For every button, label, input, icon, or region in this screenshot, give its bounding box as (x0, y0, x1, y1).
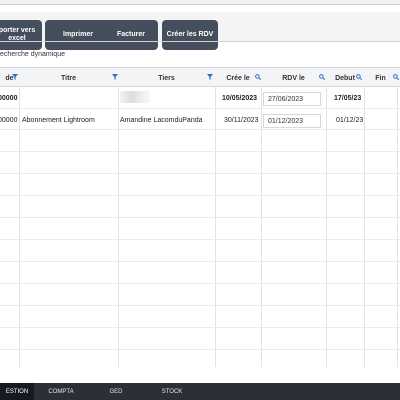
column-header-label: Titre (60, 74, 77, 82)
row-divider (0, 217, 400, 218)
tab-stock[interactable]: STOCK (156, 383, 188, 400)
cell-titre: Abonnement Lightroom (22, 117, 95, 124)
column-header-label: Fin (375, 74, 386, 82)
dynamic-search-label[interactable]: echerche dynamique (0, 51, 65, 58)
column-header-titre[interactable]: Titre (19, 68, 118, 88)
column-header-rdv-le[interactable]: RDV le (261, 68, 326, 88)
grid-header: de Titre Tiers Crée le RDV le Debut Fin (0, 67, 400, 87)
filter-icon[interactable] (207, 74, 213, 80)
create-rdv-button[interactable]: Créer les RDV (162, 20, 218, 50)
cell-tiers: Amandine LacomduPanda (120, 117, 203, 124)
cell-debut: 01/12/23 (336, 117, 363, 124)
export-excel-button[interactable]: porter vers excel (0, 20, 42, 50)
tab-gestion[interactable]: ESTION (0, 383, 34, 400)
column-header-label: Debut (335, 74, 355, 82)
toolbar-divider (0, 41, 400, 42)
tab-compta[interactable]: COMPTA (44, 383, 78, 400)
rdv-date-field[interactable]: 01/12/2023 (263, 114, 321, 128)
print-button[interactable]: Imprimer (45, 20, 111, 50)
cell-debut: 17/05/23 (334, 95, 362, 102)
column-header-label: Tiers (158, 74, 175, 82)
rdv-date-field[interactable]: 27/06/2023 (263, 92, 321, 106)
cell-code: 00000 (0, 117, 18, 124)
row-divider (0, 283, 400, 284)
row-divider (0, 261, 400, 262)
column-header-tiers[interactable]: Tiers (118, 68, 215, 88)
search-icon[interactable] (393, 74, 399, 80)
column-header-label: Crée le (226, 74, 250, 82)
row-divider (0, 151, 400, 152)
row-divider (0, 195, 400, 196)
cell-cree-le: 30/11/2023 (224, 117, 259, 124)
cell-code: 00000 (0, 95, 18, 102)
row-divider (0, 239, 400, 240)
search-icon[interactable] (319, 74, 325, 80)
column-header-label: RDV le (282, 74, 305, 82)
filter-icon[interactable] (12, 74, 18, 80)
redacted-tiers (120, 91, 150, 103)
data-grid: de Titre Tiers Crée le RDV le Debut Fin … (0, 67, 400, 367)
row-divider (0, 305, 400, 306)
cell-cree-le: 10/05/2023 (222, 95, 258, 102)
search-icon[interactable] (356, 74, 362, 80)
toolbar: porter vers excel Imprimer Facturer Crée… (0, 12, 400, 50)
row-divider (0, 327, 400, 328)
invoice-button[interactable]: Facturer (104, 20, 158, 50)
window-top-edge (0, 0, 400, 5)
tab-ged[interactable]: GED (104, 383, 128, 400)
bottom-nav-bar: ESTION COMPTA GED STOCK (0, 383, 400, 400)
row-divider (0, 173, 400, 174)
row-divider (0, 349, 400, 350)
